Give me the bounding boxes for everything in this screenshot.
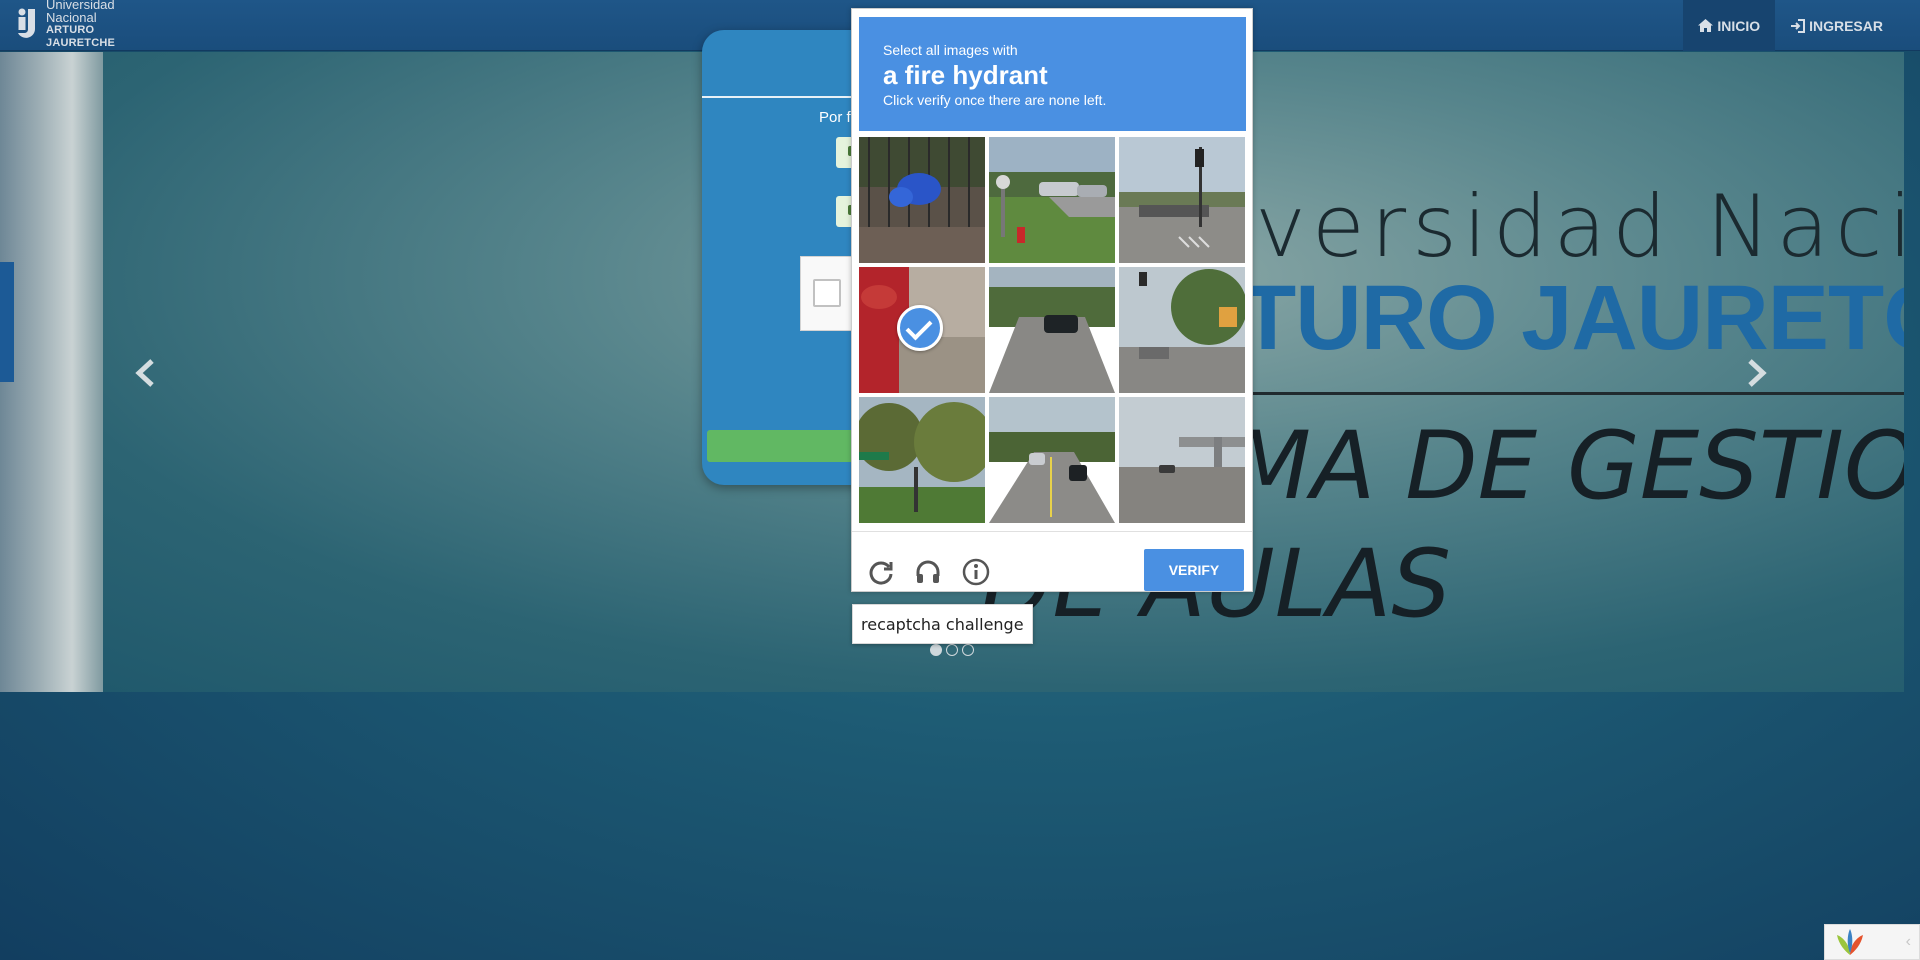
challenge-tile-8[interactable] [989,397,1115,523]
nav-ingresar-label: INGRESAR [1809,17,1883,34]
chevron-left-icon [135,359,154,387]
recaptcha-tooltip: recaptcha challenge [852,604,1033,644]
challenge-tile-5[interactable] [989,267,1115,393]
challenge-tile-4[interactable] [859,267,985,393]
carousel-dot-3[interactable] [962,644,974,656]
recaptcha-checkbox[interactable] [813,279,841,307]
carousel-next-button[interactable] [1746,357,1768,395]
audio-headphones-icon[interactable] [914,558,942,586]
challenge-tile-7[interactable] [859,397,985,523]
carousel-prev-button[interactable] [134,357,156,395]
carousel-dot-2[interactable] [946,644,958,656]
instruction-bottom: Click verify once there are none left. [883,92,1107,108]
tile-selected-check-icon [897,305,943,351]
challenge-instructions: Select all images with a fire hydrant Cl… [859,17,1246,131]
hero-divider [1240,392,1904,395]
carousel-indicators [930,644,974,656]
brand-line2: ARTURO JAURETCHE [46,24,116,49]
university-logo-icon [16,7,42,41]
nav-inicio-label: INICIO [1717,17,1761,34]
challenge-footer: VERIFY [852,531,1252,593]
sign-in-icon [1791,18,1806,33]
reload-icon[interactable] [867,558,895,586]
corner-widget: ‹ [1824,924,1920,960]
challenge-tile-6[interactable] [1119,267,1245,393]
chevron-left-icon[interactable]: ‹ [1906,933,1911,951]
nav-menu: INICIO INGRESAR [1683,0,1898,51]
nav-ingresar[interactable]: INGRESAR [1775,0,1898,51]
brand-logo[interactable]: Universidad Nacional ARTURO JAURETCHE [16,0,166,49]
challenge-tile-2[interactable] [989,137,1115,263]
hero-title-line2: TURO JAURETCHE [1240,267,1904,369]
chevron-right-icon [1748,359,1767,387]
instruction-top: Select all images with [883,42,1018,58]
challenge-tile-9[interactable] [1119,397,1245,523]
carousel-dot-1[interactable] [930,644,942,656]
recaptcha-challenge-dialog: Select all images with a fire hydrant Cl… [851,8,1253,592]
challenge-tile-1[interactable] [859,137,985,263]
building-photo [0,52,103,692]
challenge-tile-3[interactable] [1119,137,1245,263]
leaf-logo-icon [1837,929,1863,955]
hero-title-line3: MA DE GESTION [1230,412,1904,521]
instruction-target: a fire hydrant [883,60,1048,90]
brand-text: Universidad Nacional ARTURO JAURETCHE [46,0,166,50]
nav-inicio[interactable]: INICIO [1683,0,1776,51]
brand-line1: Universidad Nacional [46,0,115,25]
verify-button[interactable]: VERIFY [1144,549,1244,591]
home-icon [1698,19,1714,32]
hero-title-line1: versidad Naciona [1255,177,1904,277]
challenge-image-grid [859,137,1246,533]
info-icon[interactable] [962,558,990,586]
